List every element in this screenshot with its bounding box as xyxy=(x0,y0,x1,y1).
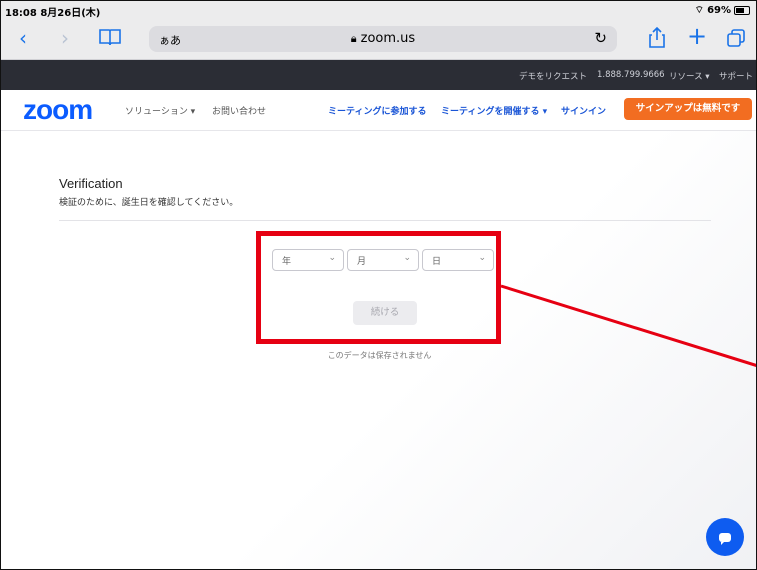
book-icon[interactable] xyxy=(99,28,121,50)
join-meeting-link[interactable]: ミーティングに参加する xyxy=(328,104,426,117)
host-meeting-menu[interactable]: ミーティングを開催する ▾ xyxy=(441,104,547,117)
url-display: 🔒︎ zoom.us xyxy=(149,31,617,46)
chevron-right-icon[interactable]: › xyxy=(61,27,69,49)
status-time: 18:08 8月26日(木) xyxy=(5,4,100,19)
phone-number[interactable]: 1.888.799.9666 xyxy=(597,70,665,80)
lock-icon: 🔒︎ xyxy=(350,32,357,45)
tabs-icon[interactable] xyxy=(727,29,745,51)
zoom-logo[interactable]: zoom xyxy=(23,94,93,126)
share-icon[interactable] xyxy=(649,26,665,52)
signup-button[interactable]: サインアップは無料です xyxy=(624,98,752,120)
wifi-icon: ⌔ xyxy=(694,5,705,16)
address-bar[interactable]: ぁあ 🔒︎ zoom.us ↻ xyxy=(149,26,617,52)
url-text: zoom.us xyxy=(360,31,416,46)
solutions-menu[interactable]: ソリューション ▾ xyxy=(125,104,195,117)
zoom-nav: zoom ソリューション ▾ お問い合わせ ミーティングに参加する ミーティング… xyxy=(1,90,756,131)
chat-icon xyxy=(719,532,731,545)
verification-page: Verification 検証のために、誕生日を確認してください。 年 ⌄ 月 … xyxy=(1,131,756,569)
signin-link[interactable]: サインイン xyxy=(561,104,606,117)
chat-button[interactable] xyxy=(706,518,744,556)
status-date-text: 8月26日(木) xyxy=(40,8,101,19)
battery-percent: 69% xyxy=(707,5,731,16)
screen-frame: 18:08 8月26日(木) ⌔ 69% ‹ › ぁあ 🔒︎ zoom.us ↻ … xyxy=(0,0,757,570)
plus-icon[interactable]: + xyxy=(687,24,707,48)
status-right: ⌔ 69% xyxy=(695,4,750,17)
status-time-text: 18:08 xyxy=(5,8,37,19)
zoom-top-bar: デモをリクエスト 1.888.799.9666 リソース ▾ サポート xyxy=(1,60,756,90)
chevron-left-icon[interactable]: ‹ xyxy=(19,27,27,49)
browser-toolbar: ‹ › ぁあ 🔒︎ zoom.us ↻ + xyxy=(1,19,756,60)
resources-menu[interactable]: リソース ▾ xyxy=(669,70,710,82)
battery-icon xyxy=(734,6,750,15)
status-bar: 18:08 8月26日(木) ⌔ 69% xyxy=(1,1,756,19)
contact-link[interactable]: お問い合わせ xyxy=(212,104,266,117)
annotation-arrow xyxy=(500,284,756,367)
support-link[interactable]: サポート xyxy=(719,70,753,82)
request-demo-link[interactable]: デモをリクエスト xyxy=(519,70,587,82)
reload-icon[interactable]: ↻ xyxy=(594,29,607,47)
